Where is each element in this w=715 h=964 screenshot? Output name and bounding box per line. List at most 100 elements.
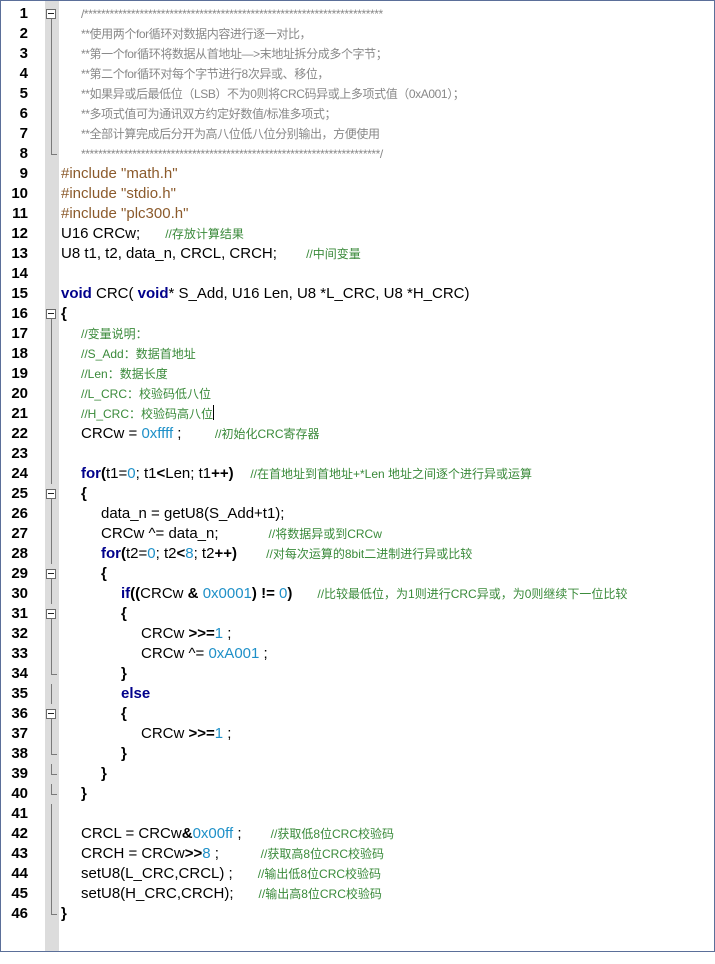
- code-token: 8: [185, 545, 194, 562]
- code-token: 0x00ff: [192, 825, 234, 842]
- code-token: U16 CRCw;: [61, 225, 166, 242]
- code-token: #include "math.h": [61, 165, 178, 182]
- code-line[interactable]: 41: [1, 804, 714, 824]
- code-line[interactable]: 24 for(t1=0; t1<Len; t1++) //在首地址到首地址+*Le…: [1, 464, 714, 484]
- code-line[interactable]: 26 data_n = getU8(S_Add+t1);: [1, 504, 714, 524]
- code-line[interactable]: 27 CRCw ^= data_n; //将数据异或到CRCw: [1, 524, 714, 544]
- code-token: //Len：数据长度: [81, 367, 168, 381]
- code-line[interactable]: 6 **多项式值可为通讯双方约定好数值/标准多项式；: [1, 104, 714, 124]
- code-token: else: [121, 685, 151, 702]
- code-line[interactable]: 15 void CRC( void* S_Add, U16 Len, U8 *L_…: [1, 284, 714, 304]
- code-line[interactable]: 12 U16 CRCw; //存放计算结果: [1, 224, 714, 244]
- code-token: Len; t1: [165, 465, 212, 482]
- fold-guide: [45, 24, 59, 44]
- code-line[interactable]: 10 #include "stdio.h": [1, 184, 714, 204]
- code-line[interactable]: 4 **第二个for循环对每个字节进行8次异或、移位，: [1, 64, 714, 84]
- code-line[interactable]: 43 CRCH = CRCw>>8 ; //获取高8位CRC校验码: [1, 844, 714, 864]
- code-line[interactable]: 17 //变量说明：: [1, 324, 714, 344]
- code-line[interactable]: 11 #include "plc300.h": [1, 204, 714, 224]
- code-line[interactable]: 38}: [1, 744, 714, 764]
- code-token: CRCw =: [81, 425, 142, 442]
- fold-collapse-icon[interactable]: [45, 604, 59, 624]
- code-token: if: [121, 585, 131, 602]
- code-line[interactable]: 23: [1, 444, 714, 464]
- code-line[interactable]: 20 //L_CRC：校验码低八位: [1, 384, 714, 404]
- code-token: ; t1: [135, 465, 157, 482]
- line-number: 8: [19, 145, 28, 162]
- code-line[interactable]: 29 {: [1, 564, 714, 584]
- fold-guide: [45, 824, 59, 844]
- code-token: 8: [202, 845, 211, 862]
- fold-guide: [45, 644, 59, 664]
- code-line[interactable]: 16 {: [1, 304, 714, 324]
- code-line[interactable]: 46}: [1, 904, 714, 924]
- code-token: ;: [233, 825, 271, 842]
- code-token: ((: [130, 585, 141, 602]
- fold-collapse-icon[interactable]: [45, 304, 59, 324]
- code-line[interactable]: 19 //Len：数据长度: [1, 364, 714, 384]
- line-number: 26: [11, 505, 28, 522]
- code-line[interactable]: 42 CRCL = CRCw&0x00ff ; //获取低8位CRC校验码: [1, 824, 714, 844]
- code-line[interactable]: 28 for(t2=0; t2<8; t2++) //对每次运算的8bit二进制进…: [1, 544, 714, 564]
- code-line[interactable]: 37 CRCw >>=1 ;: [1, 724, 714, 744]
- code-token: CRCw: [140, 585, 188, 602]
- code-line[interactable]: 31 {: [1, 604, 714, 624]
- code-token: //L_CRC：校验码低八位: [81, 387, 212, 401]
- line-number: 25: [11, 485, 28, 502]
- code-token: //获取低8位CRC校验码: [270, 827, 395, 841]
- code-line[interactable]: 45 setU8(H_CRC,CRCH); //输出高8位CRC校验码: [1, 884, 714, 904]
- code-token: CRCw: [141, 725, 189, 742]
- code-token: 0: [127, 465, 136, 482]
- code-line[interactable]: 9 #include "math.h": [1, 164, 714, 184]
- code-line[interactable]: 34}: [1, 664, 714, 684]
- code-token: void: [61, 285, 92, 302]
- code-line[interactable]: 32 CRCw >>=1 ;: [1, 624, 714, 644]
- code-line[interactable]: 1 /**************************************…: [1, 4, 714, 24]
- fold-collapse-icon[interactable]: [45, 704, 59, 724]
- code-line[interactable]: 44 setU8(L_CRC,CRCL) ; //输出低8位CRC校验码: [1, 864, 714, 884]
- code-token: **第二个for循环对每个字节进行8次异或、移位，: [81, 67, 330, 81]
- code-line[interactable]: 40}: [1, 784, 714, 804]
- code-token: ;: [223, 725, 232, 742]
- code-line[interactable]: 5 **如果异或后最低位（LSB）不为0则将CRC码异或上多项式值（0xA001）…: [1, 84, 714, 104]
- code-token: void: [137, 285, 169, 302]
- code-line[interactable]: 3 **第一个for循环将数据从首地址—>末地址拆分成多个字节；: [1, 44, 714, 64]
- code-text: setU8(H_CRC,CRCH); //输出高8位CRC校验码: [81, 884, 382, 904]
- code-line[interactable]: 39}: [1, 764, 714, 784]
- code-line[interactable]: 13 U8 t1, t2, data_n, CRCL, CRCH; //中间变量: [1, 244, 714, 264]
- fold-end-icon: [45, 664, 59, 684]
- code-line[interactable]: 8 ***************************************…: [1, 144, 714, 164]
- code-line[interactable]: 36 {: [1, 704, 714, 724]
- line-number: 45: [11, 885, 28, 902]
- line-number: 39: [11, 765, 28, 782]
- fold-guide: [45, 324, 59, 344]
- code-line[interactable]: 33 CRCw ^= 0xA001 ;: [1, 644, 714, 664]
- code-token: >>: [184, 845, 203, 862]
- code-token: CRCw ^=: [141, 645, 209, 662]
- fold-collapse-icon[interactable]: [45, 484, 59, 504]
- code-line[interactable]: 2 **使用两个for循环对数据内容进行逐一对比，: [1, 24, 714, 44]
- line-number: 44: [11, 865, 28, 882]
- code-line[interactable]: 14: [1, 264, 714, 284]
- code-token: t1=: [106, 465, 128, 482]
- code-text: for(t1=0; t1<Len; t1++) //在首地址到首地址+*Len …: [81, 464, 532, 484]
- code-line[interactable]: 21 //H_CRC：校验码高八位: [1, 404, 714, 424]
- code-lines[interactable]: 1 /**************************************…: [1, 4, 714, 924]
- code-line[interactable]: 35 else: [1, 684, 714, 704]
- code-line[interactable]: 7 **全部计算完成后分开为高八位低八位分别输出，方便使用: [1, 124, 714, 144]
- line-number: 38: [11, 745, 28, 762]
- fold-guide: [45, 624, 59, 644]
- code-text: {: [121, 604, 127, 624]
- fold-guide: [45, 424, 59, 444]
- code-line[interactable]: 18 //S_Add：数据首地址: [1, 344, 714, 364]
- fold-collapse-icon[interactable]: [45, 4, 59, 24]
- code-line[interactable]: 22 CRCw = 0xffff ; //初始化CRC寄存器: [1, 424, 714, 444]
- code-token: }: [81, 785, 87, 802]
- code-line[interactable]: 25 {: [1, 484, 714, 504]
- line-number: 1: [19, 5, 28, 22]
- code-line[interactable]: 30 if((CRCw & 0x0001) != 0) //比较最低位，为1则进行…: [1, 584, 714, 604]
- code-editor[interactable]: 1 /**************************************…: [0, 0, 715, 952]
- fold-collapse-icon[interactable]: [45, 564, 59, 584]
- code-token: ****************************************…: [81, 147, 383, 161]
